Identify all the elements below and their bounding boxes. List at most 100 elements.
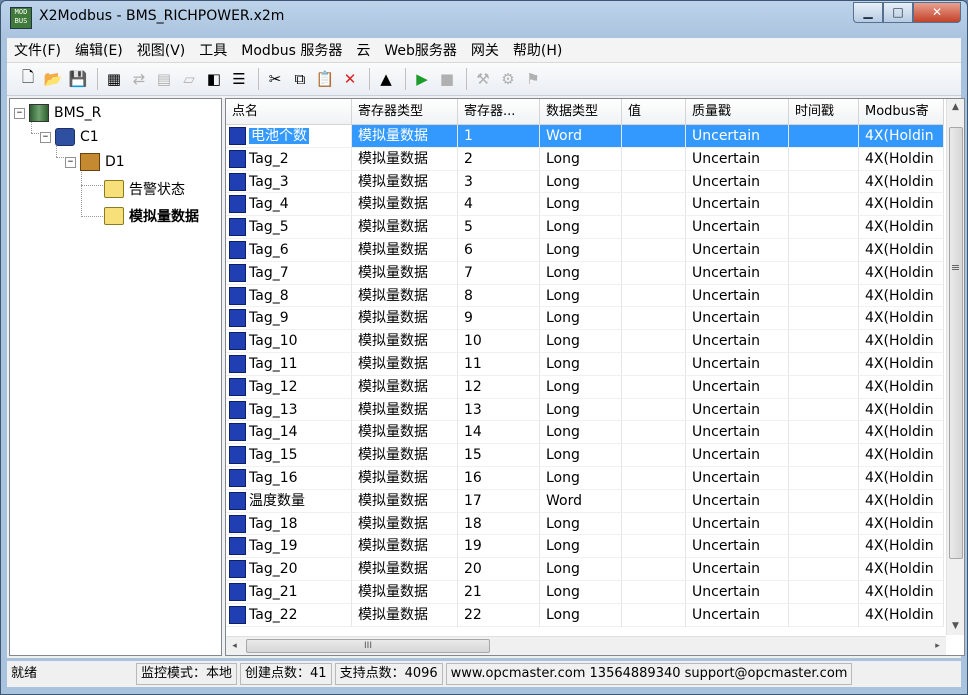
tag-icon [229,491,246,510]
scroll-left-icon[interactable]: ◂ [226,637,243,655]
scroll-down-icon[interactable]: ▼ [947,618,964,635]
table-row[interactable]: Tag_10 模拟量数据 10 Long Uncertain 4X(Holdin [226,330,944,353]
menu-item-7[interactable]: 网关 [464,40,506,60]
cell-reg: 22 [458,603,540,627]
stop-icon[interactable]: ■ [436,68,458,90]
menu-item-4[interactable]: Modbus 服务器 [234,40,349,60]
column-header-1[interactable]: 寄存器类型 [352,99,458,124]
monitor-icon[interactable]: ▲ [375,68,397,90]
menu-item-1[interactable]: 编辑(E) [68,40,130,60]
cell-value [622,193,686,217]
table-row[interactable]: Tag_2 模拟量数据 2 Long Uncertain 4X(Holdin [226,147,944,171]
vertical-scroll-thumb[interactable] [949,127,963,559]
cell-modbus: 4X(Holdin [859,330,944,353]
scroll-up-icon[interactable]: ▲ [947,99,964,116]
add-channel-icon[interactable]: ⇄ [128,68,150,90]
collapse-icon[interactable]: − [65,156,76,168]
app-icon[interactable]: MOD BUS [10,7,32,29]
cut-icon[interactable]: ✂ [264,68,286,90]
table-row[interactable]: Tag_19 模拟量数据 19 Long Uncertain 4X(Holdin [226,535,944,559]
properties-icon[interactable]: ☰ [228,68,250,90]
new-icon[interactable]: 🗋 [17,68,39,90]
add-tag-icon[interactable]: ◧ [203,68,225,90]
table-row[interactable]: 电池个数 模拟量数据 1 Word Uncertain 4X(Holdin [226,125,944,148]
column-header-6[interactable]: 时间戳 [789,99,859,124]
close-button[interactable]: ✕ [913,2,961,23]
horizontal-scroll-thumb[interactable]: III [246,639,490,653]
column-header-0[interactable]: 点名 [226,99,352,124]
cell-reg_type: 模拟量数据 [352,125,458,148]
tree-node-group-analog[interactable]: 模拟量数据 [104,206,199,226]
cell-modbus: 4X(Holdin [859,193,944,217]
horizontal-scrollbar[interactable]: ◂ III ▸ [226,636,946,655]
cell-name: Tag_20 [226,558,352,581]
table-row[interactable]: Tag_3 模拟量数据 3 Long Uncertain 4X(Holdin [226,170,944,194]
collapse-icon[interactable]: − [14,107,25,119]
table-row[interactable]: Tag_12 模拟量数据 12 Long Uncertain 4X(Holdin [226,375,944,399]
scroll-right-icon[interactable]: ▸ [929,637,946,655]
table-row[interactable]: Tag_18 模拟量数据 18 Long Uncertain 4X(Holdin [226,512,944,536]
menu-item-0[interactable]: 文件(F) [7,40,68,60]
table-row[interactable]: Tag_15 模拟量数据 15 Long Uncertain 4X(Holdin [226,444,944,467]
cell-reg: 1 [458,125,540,148]
table-row[interactable]: Tag_16 模拟量数据 16 Long Uncertain 4X(Holdin [226,466,944,490]
tag-name: Tag_10 [249,333,298,350]
collapse-icon[interactable]: − [40,131,51,143]
tool3-icon[interactable]: ⚑ [522,68,544,90]
tag-icon [229,172,246,191]
column-header-3[interactable]: 数据类型 [540,99,622,124]
tool2-icon[interactable]: ⚙ [497,68,519,90]
copy-icon[interactable]: ⧉ [289,68,311,90]
menu-item-3[interactable]: 工具 [192,40,234,60]
tag-icon [229,195,246,214]
tree-node-channel[interactable]: − C1 [40,128,99,146]
table-row[interactable]: Tag_14 模拟量数据 14 Long Uncertain 4X(Holdin [226,421,944,445]
table-row[interactable]: Tag_8 模拟量数据 8 Long Uncertain 4X(Holdin [226,284,944,308]
vertical-scrollbar[interactable]: ▲ ≡ ▼ [946,99,964,635]
tree-node-group-alarm[interactable]: 告警状态 [104,179,185,199]
table-row[interactable]: Tag_20 模拟量数据 20 Long Uncertain 4X(Holdin [226,558,944,581]
cell-value [622,489,686,513]
table-row[interactable]: Tag_11 模拟量数据 11 Long Uncertain 4X(Holdin [226,352,944,376]
table-row[interactable]: Tag_4 模拟量数据 4 Long Uncertain 4X(Holdin [226,193,944,217]
cell-quality: Uncertain [686,330,789,353]
tag-name: Tag_3 [249,173,289,190]
delete-icon[interactable]: ✕ [339,68,361,90]
save-icon[interactable]: 💾 [67,68,89,90]
tag-grid[interactable]: 点名 寄存器类型 寄存器... 数据类型值质量戳 时间戳 Modbus寄 电池个数 模拟量数… [225,98,965,656]
table-row[interactable]: Tag_13 模拟量数据 13 Long Uncertain 4X(Holdin [226,398,944,422]
table-row[interactable]: Tag_7 模拟量数据 7 Long Uncertain 4X(Holdin [226,261,944,285]
menu-item-6[interactable]: Web服务器 [377,40,464,60]
project-tree[interactable]: − BMS_R − C1 − D1 告警状态 模拟量数据 [9,98,222,656]
add-group-icon[interactable]: ▱ [178,68,200,90]
menu-item-2[interactable]: 视图(V) [130,40,193,60]
minimize-button[interactable]: ▁ [853,2,883,23]
menu-item-5[interactable]: 云 [349,40,377,60]
cell-modbus: 4X(Holdin [859,558,944,581]
table-row[interactable]: Tag_9 模拟量数据 9 Long Uncertain 4X(Holdin [226,307,944,331]
table-row[interactable]: Tag_5 模拟量数据 5 Long Uncertain 4X(Holdin [226,216,944,239]
table-row[interactable]: Tag_21 模拟量数据 21 Long Uncertain 4X(Holdin [226,580,944,604]
add-server-icon[interactable]: ▦ [103,68,125,90]
column-header-4[interactable]: 值 [622,99,686,124]
column-header-5[interactable]: 质量戳 [686,99,789,124]
column-header-2[interactable]: 寄存器... [458,99,540,124]
add-device-icon[interactable]: ▤ [153,68,175,90]
maximize-button[interactable]: □ [883,2,913,23]
tool1-icon[interactable]: ⚒ [472,68,494,90]
menu-item-8[interactable]: 帮助(H) [506,40,569,60]
table-row[interactable]: Tag_22 模拟量数据 22 Long Uncertain 4X(Holdin [226,603,944,627]
table-row[interactable]: Tag_6 模拟量数据 6 Long Uncertain 4X(Holdin [226,238,944,262]
cell-reg: 7 [458,261,540,285]
open-icon[interactable]: 📂 [42,68,64,90]
cell-dtype: Long [540,580,622,604]
column-header-7[interactable]: Modbus寄 [859,99,944,124]
cell-name: Tag_5 [226,216,352,239]
run-icon[interactable]: ▶ [411,68,433,90]
paste-icon[interactable]: 📋 [314,68,336,90]
table-row[interactable]: 温度数量 模拟量数据 17 Word Uncertain 4X(Holdin [226,489,944,513]
tree-node-device[interactable]: − D1 [65,153,125,171]
title-bar[interactable]: MOD BUS X2Modbus - BMS_RICHPOWER.x2m ▁ □… [1,1,967,33]
tree-node-server[interactable]: − BMS_R [14,104,101,122]
tag-name: Tag_9 [249,310,289,327]
